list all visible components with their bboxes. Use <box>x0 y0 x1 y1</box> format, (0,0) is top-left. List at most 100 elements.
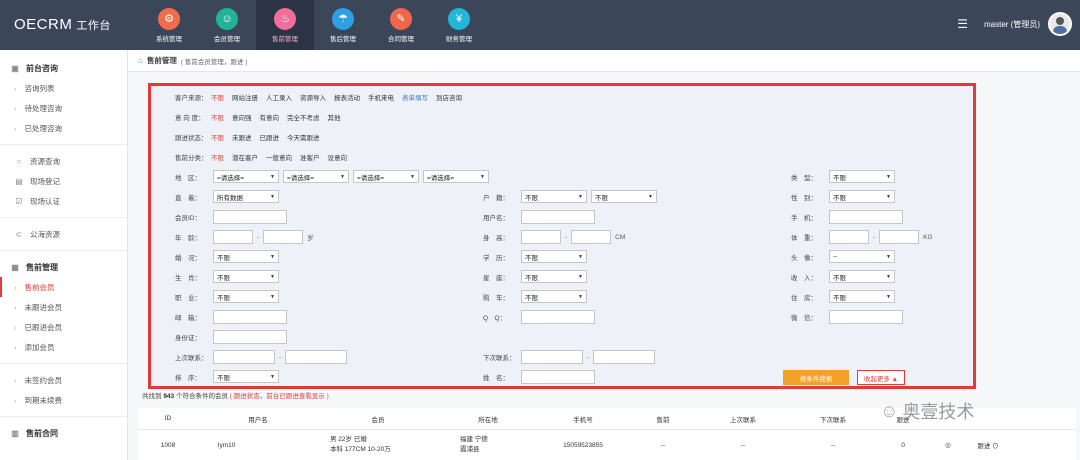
avatar-select[interactable]: -- ▼ <box>829 250 895 263</box>
home-icon[interactable]: ⌂ <box>138 56 143 65</box>
filter-option[interactable]: 资源导入 <box>300 92 326 102</box>
sidebar-group-consult[interactable]: ▣ 前台咨询 <box>0 58 127 78</box>
col-id[interactable]: ID <box>138 415 198 422</box>
cell-username[interactable]: lym10 <box>198 442 318 449</box>
col-next-contact[interactable]: 下次联系 <box>788 414 878 424</box>
sidebar-item-presale-members[interactable]: › 售前会员 <box>0 277 127 297</box>
filter-option[interactable]: 手机来电 <box>368 92 394 102</box>
nav-finance[interactable]: ¥ 财务管理 <box>430 0 488 50</box>
filter-option[interactable]: 到店咨询 <box>436 92 462 102</box>
filter-option[interactable]: 设意向 <box>328 152 348 162</box>
username-input[interactable] <box>521 210 595 224</box>
sidebar-item-consult-list[interactable]: › 咨询列表 <box>0 78 127 98</box>
last-contact-end-input[interactable] <box>285 350 348 364</box>
sidebar-group-presale[interactable]: ▦ 售前管理 <box>0 257 127 277</box>
qq-input[interactable] <box>521 310 595 324</box>
filter-option[interactable]: 潜在客户 <box>232 152 258 162</box>
gender-select[interactable]: 不限 ▼ <box>829 190 895 203</box>
region-select[interactable]: =请选择= ▼ <box>283 170 349 183</box>
filter-option[interactable]: 表单填写 <box>402 92 428 102</box>
filter-option[interactable]: 人工录入 <box>266 92 292 102</box>
col-username[interactable]: 用户名 <box>198 414 318 424</box>
in-select[interactable]: 所有数据 ▼ <box>213 190 279 203</box>
sidebar-item-public-pool[interactable]: ⊂ 公海资源 <box>0 224 127 244</box>
next-contact-start-input[interactable] <box>521 350 583 364</box>
constellation-select[interactable]: 不限 ▼ <box>521 270 587 283</box>
user-name[interactable]: master (管理员) <box>984 19 1040 30</box>
sidebar-item-followed[interactable]: › 已跟进会员 <box>0 317 127 337</box>
col-location[interactable]: 所在地 <box>438 414 538 424</box>
sidebar-item-pending[interactable]: › 待处理咨询 <box>0 98 127 118</box>
filter-option[interactable]: 不限 <box>211 152 224 162</box>
col-presale[interactable]: 售前 <box>628 414 698 424</box>
hukou-select[interactable]: 不限 ▼ <box>591 190 657 203</box>
height-min-input[interactable] <box>521 230 561 244</box>
nav-system[interactable]: ⚙ 系统管理 <box>140 0 198 50</box>
filter-option[interactable]: 报表活动 <box>334 92 360 102</box>
last-contact-start-input[interactable] <box>213 350 275 364</box>
region-select[interactable]: =请选择= ▼ <box>423 170 489 183</box>
zodiac-select[interactable]: 不限 ▼ <box>213 270 279 283</box>
marriage-select[interactable]: 不限 ▼ <box>213 250 279 263</box>
filter-option[interactable]: 其他 <box>328 112 341 122</box>
education-select[interactable]: 不限 ▼ <box>521 250 587 263</box>
weight-max-input[interactable] <box>879 230 920 244</box>
menu-icon[interactable]: ☰ <box>957 17 968 31</box>
type-select[interactable]: 不限 ▼ <box>829 170 895 183</box>
sidebar-item-onsite-verify[interactable]: ☑ 现场认证 <box>0 191 127 211</box>
col-last-contact[interactable]: 上次联系 <box>698 414 788 424</box>
region-select[interactable]: =请选择= ▼ <box>213 170 279 183</box>
next-contact-end-input[interactable] <box>593 350 656 364</box>
sidebar-item-handled[interactable]: › 已处理咨询 <box>0 118 127 138</box>
sidebar-item-unfollowed[interactable]: › 未跟进会员 <box>0 297 127 317</box>
collapse-more-button[interactable]: 收起更多 ▲ <box>857 370 905 385</box>
col-member[interactable]: 会员 <box>318 414 438 424</box>
weight-min-input[interactable] <box>829 230 869 244</box>
filter-option[interactable]: 不限 <box>211 112 224 122</box>
brand-logo[interactable]: OECRM 工作台 <box>14 16 111 33</box>
filter-option[interactable]: 一般意向 <box>266 152 292 162</box>
sidebar-item-add-member[interactable]: › 添加会员 <box>0 337 127 357</box>
job-select[interactable]: 不限 ▼ <box>213 290 279 303</box>
sidebar-item-onsite-register[interactable]: ▤ 现场登记 <box>0 171 127 191</box>
sort-select[interactable]: 不限 ▼ <box>213 370 279 383</box>
col-phone[interactable]: 手机号 <box>538 414 628 424</box>
sidebar-item-unsigned[interactable]: › 未签约会员 <box>0 370 127 390</box>
house-select[interactable]: 不限 ▼ <box>829 290 895 303</box>
filter-option[interactable]: 今天需跟进 <box>287 132 320 142</box>
nav-contract[interactable]: ✎ 合同管理 <box>372 0 430 50</box>
filter-option[interactable]: 网站注册 <box>232 92 258 102</box>
income-select[interactable]: 不限 ▼ <box>829 270 895 283</box>
sidebar-group-contract[interactable]: ▥ 售前合同 <box>0 423 127 443</box>
phone-input[interactable] <box>829 210 903 224</box>
filter-option[interactable]: 不限 <box>211 92 224 102</box>
filter-option[interactable]: 不限 <box>211 132 224 142</box>
idcard-input[interactable] <box>213 330 287 344</box>
height-max-input[interactable] <box>571 230 612 244</box>
nav-presale[interactable]: ♨ 售前管理 <box>256 0 314 50</box>
region-select[interactable]: =请选择= ▼ <box>353 170 419 183</box>
member-id-input[interactable] <box>213 210 287 224</box>
nav-member[interactable]: ☺ 会员管理 <box>198 0 256 50</box>
age-max-input[interactable] <box>263 230 304 244</box>
follow-button[interactable]: 跟进 ⊙ <box>968 440 1008 450</box>
search-button[interactable]: 按条件搜索 <box>783 370 849 385</box>
car-select[interactable]: 不限 ▼ <box>521 290 587 303</box>
hukou-select[interactable]: 不限 ▼ <box>521 190 587 203</box>
filter-option[interactable]: 有意向 <box>260 112 280 122</box>
email-input[interactable] <box>213 310 287 324</box>
sidebar-item-resource-search[interactable]: ○ 资源查询 <box>0 151 127 171</box>
age-min-input[interactable] <box>213 230 253 244</box>
settings-icon[interactable]: ◎ <box>928 441 968 449</box>
filter-option[interactable]: 完全不考虑 <box>287 112 320 122</box>
table-row[interactable]: 1008 lym10 男 22岁 已婚 本科 177CM 10-20万 福建 宁德… <box>138 430 1076 460</box>
filter-option[interactable]: 已跟进 <box>260 132 280 142</box>
avatar[interactable] <box>1048 12 1072 36</box>
name-input[interactable] <box>521 370 595 384</box>
filter-option[interactable]: 准客户 <box>300 152 320 162</box>
nav-aftersale[interactable]: ☂ 售后管理 <box>314 0 372 50</box>
filter-option[interactable]: 意向强 <box>232 112 252 122</box>
sidebar-item-expired[interactable]: › 到期未续费 <box>0 390 127 410</box>
wechat-input[interactable] <box>829 310 903 324</box>
filter-option[interactable]: 未跟进 <box>232 132 252 142</box>
